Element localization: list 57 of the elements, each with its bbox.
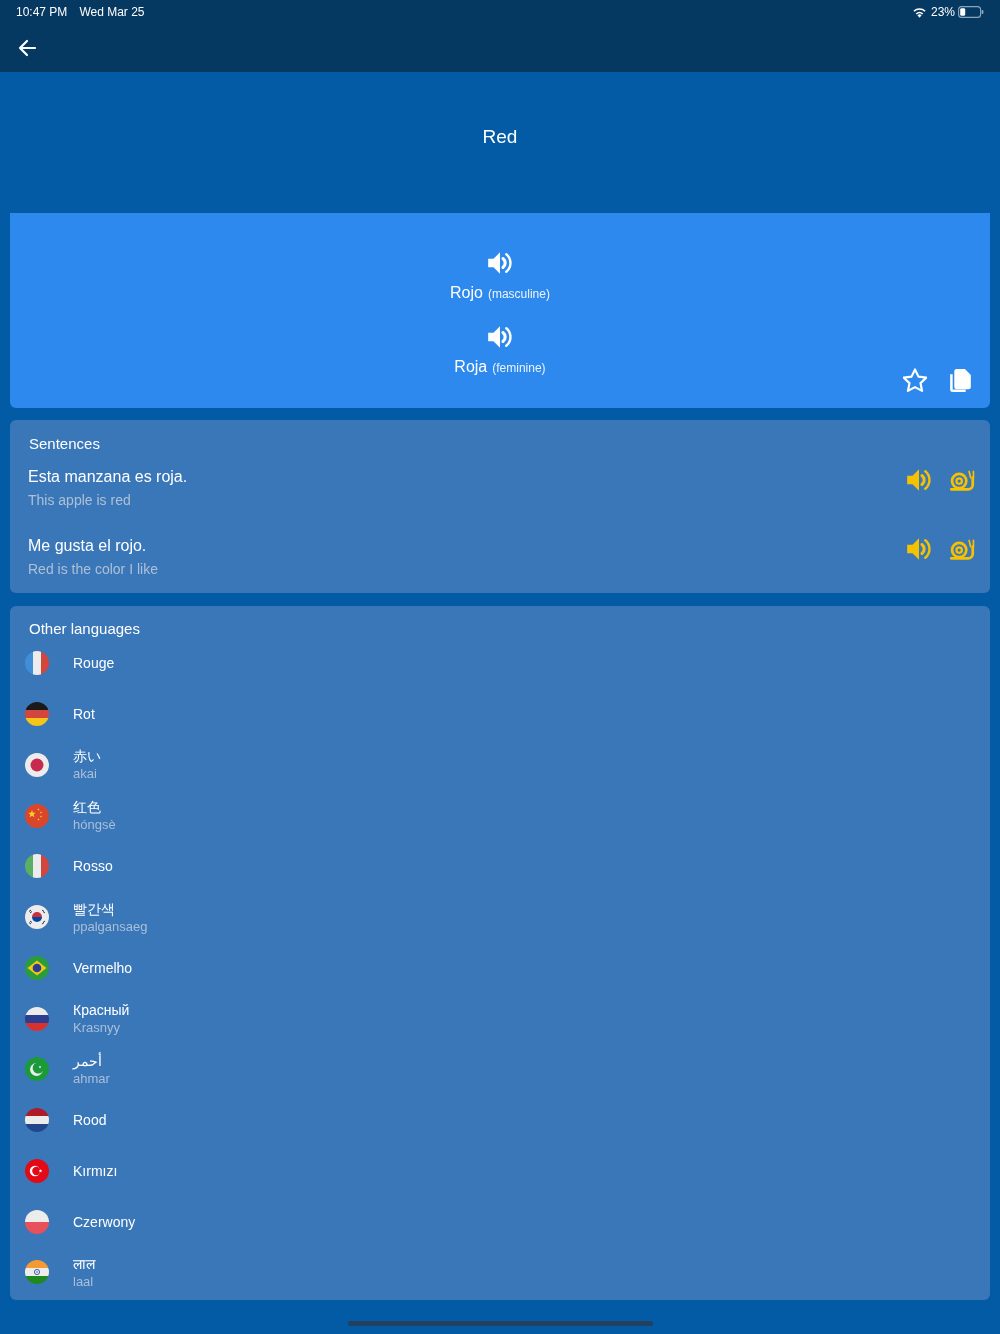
language-word: 红色 <box>73 798 101 817</box>
status-date: Wed Mar 25 <box>79 5 145 19</box>
language-word: 빨간색 <box>73 899 115 918</box>
section-title: Other languages <box>28 619 141 638</box>
romanization-text: Krasnyy <box>73 1019 120 1037</box>
sentence-text: Esta manzana es roja. <box>28 467 189 487</box>
speaker-icon[interactable] <box>906 468 932 492</box>
wifi-icon <box>911 6 927 18</box>
romanization-text: akai <box>73 765 97 783</box>
language-word: Rouge <box>73 654 115 673</box>
crescent-flag-icon <box>25 1057 49 1082</box>
language-word: 赤い <box>73 747 101 766</box>
snail-icon[interactable] <box>949 537 975 561</box>
language-word: Rot <box>73 705 95 724</box>
china-flag-icon <box>25 803 49 828</box>
copy-icon[interactable] <box>950 369 971 392</box>
word-text: Roja <box>454 357 488 377</box>
italy-flag-icon <box>25 854 49 879</box>
battery-icon <box>958 6 984 18</box>
gender-note: (feminine) <box>492 360 546 376</box>
france-flag-icon <box>25 651 49 676</box>
sentence-text: Me gusta el rojo. <box>28 536 148 556</box>
status-time: 10:47 PM <box>16 5 68 19</box>
russia-flag-icon <box>25 1006 49 1031</box>
star-icon[interactable] <box>903 368 927 392</box>
language-word: Rosso <box>73 857 113 876</box>
page-title: Red <box>482 125 518 149</box>
back-arrow-icon[interactable] <box>17 38 37 58</box>
india-flag-icon <box>25 1260 49 1285</box>
netherlands-flag-icon <box>25 1108 49 1133</box>
language-word: लाल <box>73 1254 95 1273</box>
romanization-text: ahmar <box>73 1070 110 1087</box>
sentence-translation: Red is the color I like <box>28 560 159 578</box>
romanization-text: hóngsè <box>73 816 116 834</box>
battery-percent: 23% <box>930 5 955 19</box>
language-word: Vermelho <box>73 958 133 977</box>
turkey-flag-icon <box>25 1158 49 1183</box>
language-word: أحمر <box>73 1051 102 1070</box>
speaker-icon[interactable] <box>906 537 932 561</box>
romanization-text: laal <box>73 1272 94 1290</box>
snail-icon[interactable] <box>949 468 975 492</box>
language-word: Kırmızı <box>73 1161 118 1180</box>
speaker-icon[interactable] <box>487 251 513 275</box>
germany-flag-icon <box>25 702 49 727</box>
gender-note: (masculine) <box>487 286 550 302</box>
romanization-text: ppalgansaeg <box>73 917 148 935</box>
speaker-icon[interactable] <box>487 325 513 349</box>
language-word: Czerwony <box>73 1212 136 1231</box>
language-word: Красный <box>73 1001 130 1020</box>
section-title: Sentences <box>28 434 101 453</box>
word-text: Rojo <box>450 283 483 303</box>
brazil-flag-icon <box>25 955 49 980</box>
poland-flag-icon <box>25 1209 49 1234</box>
korea-flag-icon <box>25 905 49 930</box>
language-word: Rood <box>73 1111 107 1130</box>
japan-flag-icon <box>25 752 49 777</box>
sentence-translation: This apple is red <box>28 491 132 509</box>
